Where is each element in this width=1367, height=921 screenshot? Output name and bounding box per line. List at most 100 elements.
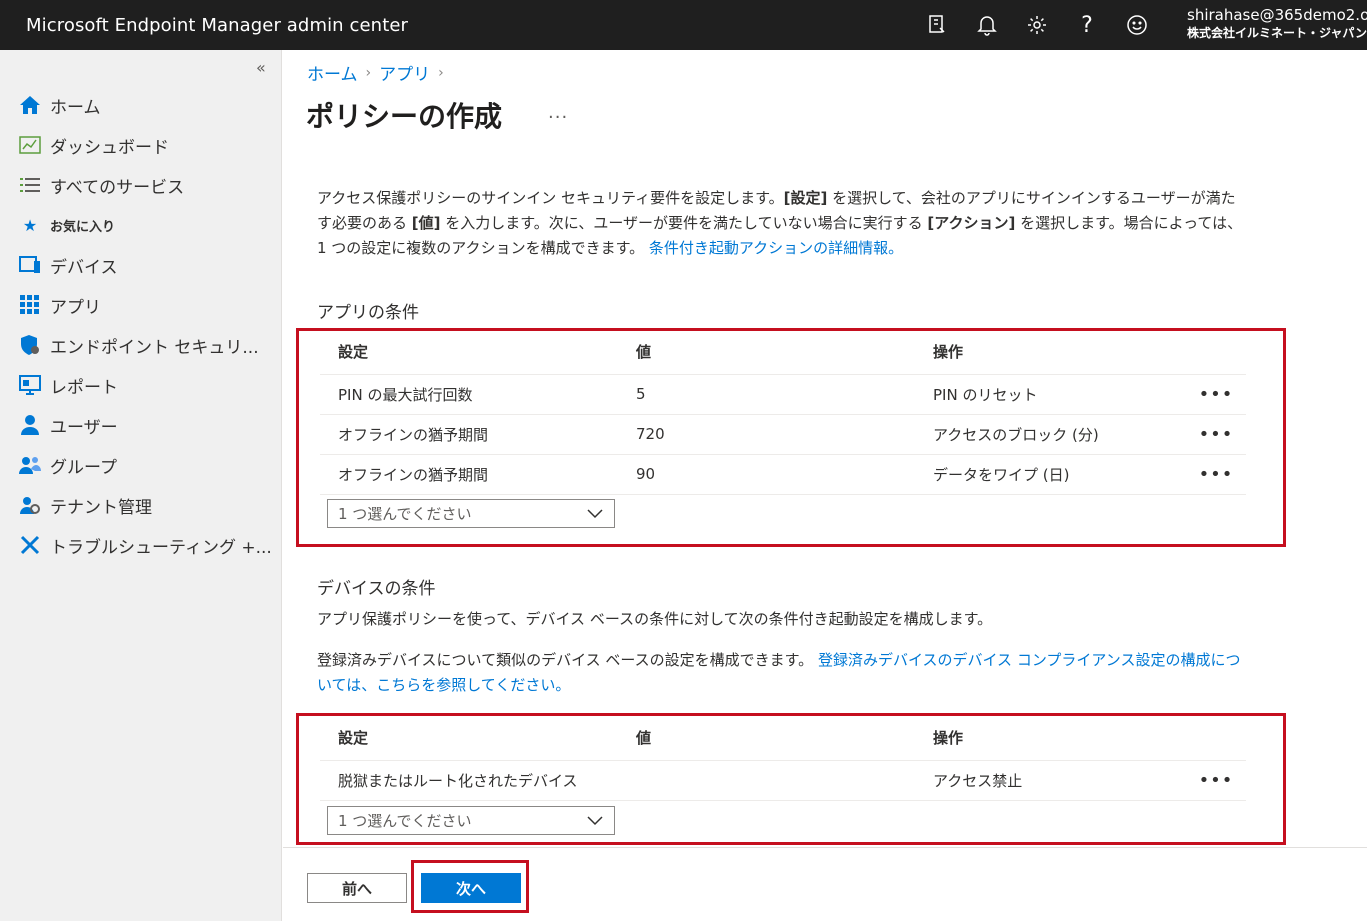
sidebar-item-dashboard[interactable]: ダッシュボード: [18, 130, 169, 160]
more-options-icon[interactable]: ...: [548, 102, 568, 123]
sidebar-item-favorites[interactable]: ★ お気に入り: [18, 210, 115, 240]
row-more-icon[interactable]: •••: [1186, 760, 1246, 801]
row-setting: 脱獄またはルート化されたデバイス: [320, 760, 618, 801]
sidebar-item-tenant-admin[interactable]: テナント管理: [18, 490, 152, 520]
row-action[interactable]: アクセスのブロック (分): [915, 414, 1186, 455]
sidebar-item-label: お気に入り: [50, 219, 116, 235]
table-row[interactable]: オフラインの猶予期間 90 データをワイプ (日) •••: [320, 454, 1246, 495]
sidebar-item-label: レポート: [50, 377, 118, 398]
sidebar-item-label: エンドポイント セキュリ...: [50, 337, 259, 358]
app-conditions-title: アプリの条件: [317, 303, 419, 323]
apps-icon: [18, 293, 42, 317]
device-icon: [18, 253, 42, 277]
row-setting: オフラインの猶予期間: [320, 454, 618, 495]
select-placeholder: 1 つ選んでください: [338, 812, 472, 830]
column-header-action: 操作: [915, 330, 1186, 375]
feedback-device-icon[interactable]: [924, 12, 950, 38]
device-conditions-title: デバイスの条件: [317, 579, 436, 599]
page-title: ポリシーの作成: [306, 100, 503, 133]
column-header-more: [1186, 330, 1246, 375]
table-row[interactable]: PIN の最大試行回数 5 PIN のリセット •••: [320, 374, 1246, 415]
row-more-icon[interactable]: •••: [1186, 454, 1246, 495]
table-header-row: 設定 値 操作: [320, 330, 1246, 375]
footer-divider: [283, 847, 1367, 848]
gear-icon[interactable]: [1024, 12, 1050, 38]
sidebar-item-label: アプリ: [50, 297, 101, 318]
chevron-down-icon: [586, 813, 604, 831]
conditional-launch-link[interactable]: 条件付き起動アクションの詳細情報。: [649, 239, 903, 257]
row-value[interactable]: 90: [618, 454, 915, 495]
account-menu[interactable]: shirahase@365demo2.onmicrosoft.com 株式会社イ…: [1187, 6, 1367, 42]
column-header-setting: 設定: [320, 330, 618, 375]
chevron-right-icon: ›: [365, 64, 372, 81]
shield-icon: [18, 333, 42, 357]
smiley-icon[interactable]: [1124, 12, 1150, 38]
row-value[interactable]: [618, 760, 915, 801]
help-icon[interactable]: ?: [1074, 12, 1100, 38]
breadcrumb-home[interactable]: ホーム: [307, 60, 358, 85]
app-title[interactable]: Microsoft Endpoint Manager admin center: [26, 15, 408, 36]
sidebar-item-home[interactable]: ホーム: [18, 90, 101, 120]
sidebar-item-label: ダッシュボード: [50, 137, 169, 158]
breadcrumb: ホーム › アプリ ›: [307, 60, 452, 86]
column-header-action: 操作: [915, 716, 1186, 761]
sidebar-item-label: ホーム: [50, 97, 101, 118]
device-conditions-text2: 登録済みデバイスについて類似のデバイス ベースの設定を構成できます。 登録済みデ…: [317, 648, 1247, 698]
wrench-icon: [18, 533, 42, 557]
device-conditions-text2-body: 登録済みデバイスについて類似のデバイス ベースの設定を構成できます。: [317, 651, 818, 669]
sidebar-item-all-services[interactable]: すべてのサービス: [18, 170, 184, 200]
sidebar-item-label: デバイス: [50, 257, 118, 278]
chevron-down-icon: [586, 506, 604, 524]
table-header-row: 設定 値 操作: [320, 716, 1246, 761]
sidebar-item-label: ユーザー: [50, 417, 118, 438]
device-setting-select[interactable]: 1 つ選んでください: [327, 806, 615, 835]
sidebar-item-reports[interactable]: レポート: [18, 370, 118, 400]
sidebar-item-users[interactable]: ユーザー: [18, 410, 118, 440]
row-action[interactable]: データをワイプ (日): [915, 454, 1186, 495]
table-row[interactable]: 脱獄またはルート化されたデバイス アクセス禁止 •••: [320, 760, 1246, 801]
breadcrumb-apps[interactable]: アプリ: [379, 60, 430, 85]
sidebar-item-label: トラブルシューティング +...: [50, 537, 272, 558]
row-action[interactable]: アクセス禁止: [915, 760, 1186, 801]
device-conditions-table: 設定 値 操作 脱獄またはルート化されたデバイス アクセス禁止 •••: [320, 716, 1246, 801]
sidebar-item-apps[interactable]: アプリ: [18, 290, 101, 320]
description-text: アクセス保護ポリシーのサインイン セキュリティ要件を設定します。: [317, 189, 784, 207]
row-action[interactable]: PIN のリセット: [915, 374, 1186, 415]
user-email: shirahase@365demo2.onmicrosoft.com: [1187, 6, 1367, 24]
app-conditions-table: 設定 値 操作 PIN の最大試行回数 5 PIN のリセット ••• オフライ…: [320, 330, 1246, 495]
top-bar: Microsoft Endpoint Manager admin center …: [0, 0, 1367, 50]
device-conditions-text1: アプリ保護ポリシーを使って、デバイス ベースの条件に対して次の条件付き起動設定を…: [317, 610, 993, 628]
row-value[interactable]: 720: [618, 414, 915, 455]
sidebar-item-devices[interactable]: デバイス: [18, 250, 118, 280]
description-text: を入力します。次に、ユーザーが要件を満たしていない場合に実行する: [440, 214, 928, 232]
row-more-icon[interactable]: •••: [1186, 374, 1246, 415]
list-icon: [18, 173, 42, 197]
select-placeholder: 1 つ選んでください: [338, 505, 472, 523]
dashboard-icon: [18, 133, 42, 157]
sidebar-item-label: グループ: [50, 457, 117, 478]
bell-icon[interactable]: [974, 12, 1000, 38]
description-bold: [アクション]: [927, 214, 1016, 232]
tenant-icon: [18, 493, 42, 517]
next-button[interactable]: 次へ: [421, 873, 521, 903]
row-value[interactable]: 5: [618, 374, 915, 415]
column-header-more: [1186, 716, 1246, 761]
row-more-icon[interactable]: •••: [1186, 414, 1246, 455]
sidebar-item-groups[interactable]: グループ: [18, 450, 117, 480]
star-icon: ★: [22, 215, 38, 235]
collapse-sidebar-icon[interactable]: «: [256, 58, 266, 77]
row-setting: PIN の最大試行回数: [320, 374, 618, 415]
app-setting-select[interactable]: 1 つ選んでください: [327, 499, 615, 528]
description-bold: [値]: [411, 214, 441, 232]
table-row[interactable]: オフラインの猶予期間 720 アクセスのブロック (分) •••: [320, 414, 1246, 455]
chevron-right-icon: ›: [438, 64, 444, 81]
sidebar-item-endpoint-security[interactable]: エンドポイント セキュリ...: [18, 330, 259, 360]
sidebar-item-label: テナント管理: [50, 497, 152, 518]
description: アクセス保護ポリシーのサインイン セキュリティ要件を設定します。[設定] を選択…: [317, 186, 1247, 261]
group-icon: [18, 453, 42, 477]
column-header-value: 値: [618, 330, 915, 375]
sidebar-item-troubleshooting[interactable]: トラブルシューティング +...: [18, 530, 272, 560]
column-header-value: 値: [618, 716, 915, 761]
previous-button[interactable]: 前へ: [307, 873, 407, 903]
column-header-setting: 設定: [320, 716, 618, 761]
